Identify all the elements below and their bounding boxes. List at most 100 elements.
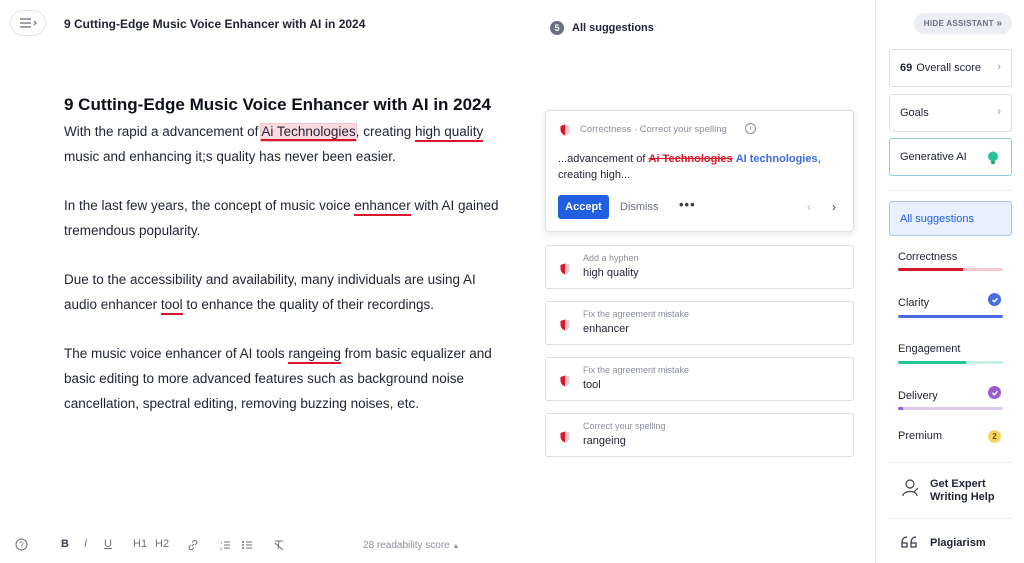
text-run: music and enhancing it;s quality has nev… <box>64 149 396 164</box>
svg-text:1: 1 <box>220 540 223 545</box>
document-heading[interactable]: 9 Cutting-Edge Music Voice Enhancer with… <box>64 92 504 117</box>
goals-button[interactable]: Goals › <box>889 94 1012 132</box>
suggestion-card[interactable]: Fix the agreement mistake enhancer <box>545 301 854 345</box>
suggestion-label: Fix the agreement mistake <box>583 309 690 319</box>
italic-button[interactable]: I <box>84 538 87 550</box>
expert-line-1: Get Expert <box>930 478 986 490</box>
suggestion-preview: ...advancement of Ai Technologies AI tec… <box>558 151 848 183</box>
all-suggestions-button[interactable]: All suggestions <box>889 201 1012 236</box>
error-high-quality[interactable]: high quality <box>414 124 484 142</box>
chevron-left-icon[interactable]: ‹ <box>807 200 811 214</box>
overall-score-label: Overall score <box>916 62 982 74</box>
chevron-right-icon[interactable]: › <box>832 200 836 214</box>
expert-icon <box>902 479 919 497</box>
suggestion-word: enhancer <box>583 323 629 335</box>
expert-line-2: Writing Help <box>930 491 995 503</box>
generative-ai-button[interactable]: Generative AI <box>889 138 1012 176</box>
paragraph-2[interactable]: In the last few years, the concept of mu… <box>64 193 504 243</box>
underline-button[interactable]: U <box>104 538 112 550</box>
suggestion-card[interactable]: Add a hyphen high quality <box>545 245 854 289</box>
menu-icon <box>20 18 37 28</box>
suggestion-label: Add a hyphen <box>583 253 639 263</box>
check-icon <box>988 293 1001 306</box>
svg-text:2: 2 <box>220 546 223 551</box>
correctness-bar <box>898 268 1003 271</box>
error-rangeing[interactable]: rangeing <box>288 346 341 364</box>
hide-assistant-button[interactable]: HIDE ASSISTANT » <box>914 13 1012 34</box>
suggestion-word: high quality <box>583 267 639 279</box>
replacement-text[interactable]: AI technologies <box>736 153 818 165</box>
text-run: With the rapid a advancement of <box>64 124 262 139</box>
original-text: Ai Technologies <box>648 153 733 165</box>
divider <box>889 462 1012 463</box>
shield-icon <box>560 124 570 136</box>
document-title[interactable]: 9 Cutting-Edge Music Voice Enhancer with… <box>64 17 365 31</box>
all-suggestions-label: All suggestions <box>900 212 974 225</box>
chevron-right-icon: › <box>997 106 1001 118</box>
hide-assistant-label: HIDE ASSISTANT <box>923 19 994 28</box>
heading2-button[interactable]: H2 <box>155 538 169 550</box>
heading1-button[interactable]: H1 <box>133 538 147 550</box>
text-run: The music voice enhancer of AI tools <box>64 346 289 361</box>
suggestion-word: tool <box>583 379 601 391</box>
chevron-right-icon: › <box>997 61 1001 73</box>
shield-icon <box>560 375 570 387</box>
plagiarism-button[interactable]: Plagiarism <box>930 537 986 549</box>
quote-icon <box>901 536 917 548</box>
suggestion-card[interactable]: Correct your spelling rangeing <box>545 413 854 457</box>
overall-score-value: 69 <box>900 62 913 74</box>
document-editor[interactable]: 9 Cutting-Edge Music Voice Enhancer with… <box>64 92 504 440</box>
info-icon[interactable]: i <box>745 123 756 134</box>
readability-score[interactable]: 28 readability score ▲ <box>363 540 459 551</box>
chevron-up-icon: ▲ <box>452 543 460 550</box>
menu-button[interactable] <box>10 10 46 36</box>
suggestion-word: rangeing <box>583 435 626 447</box>
assistant-sidebar: HIDE ASSISTANT » 69 Overall score › Goals… <box>875 0 1024 563</box>
divider <box>889 190 1012 191</box>
check-icon <box>988 386 1001 399</box>
preview-prefix: ...advancement of <box>558 153 649 165</box>
category-clarity[interactable]: Clarity <box>898 297 929 309</box>
numbered-list-icon[interactable]: 12 <box>219 539 231 551</box>
readability-score-text: 28 readability score <box>363 540 450 551</box>
shield-icon <box>560 431 570 443</box>
generative-ai-label: Generative AI <box>900 151 967 163</box>
expert-help-button[interactable]: Get Expert Writing Help <box>930 478 995 504</box>
clear-format-icon[interactable] <box>273 539 285 551</box>
paragraph-3[interactable]: Due to the accessibility and availabilit… <box>64 267 504 317</box>
error-tool[interactable]: tool <box>160 297 183 315</box>
suggestion-card[interactable]: Fix the agreement mistake tool <box>545 357 854 401</box>
shield-icon <box>560 263 570 275</box>
text-run: to enhance the quality of their recordin… <box>182 297 435 312</box>
paragraph-1[interactable]: With the rapid a advancement of Ai Techn… <box>64 119 504 169</box>
suggestions-title: All suggestions <box>572 22 654 34</box>
error-ai-technologies[interactable]: Ai Technologies <box>260 123 357 142</box>
category-engagement[interactable]: Engagement <box>898 343 960 355</box>
bulb-icon <box>988 151 998 164</box>
accept-button[interactable]: Accept <box>558 195 609 219</box>
delivery-bar <box>898 407 1003 410</box>
text-run: In the last few years, the concept of mu… <box>64 198 355 213</box>
more-options-button[interactable]: ••• <box>679 197 696 212</box>
shield-icon <box>560 319 570 331</box>
paragraph-4[interactable]: The music voice enhancer of AI tools ran… <box>64 341 504 416</box>
clarity-bar <box>898 315 1003 318</box>
category-delivery[interactable]: Delivery <box>898 390 938 402</box>
dismiss-button[interactable]: Dismiss <box>620 201 659 213</box>
suggestion-category: Correctness · Correct your spelling <box>580 124 727 135</box>
divider <box>889 518 1012 519</box>
double-chevron-right-icon: » <box>996 18 1003 29</box>
help-icon[interactable]: ? <box>15 538 28 551</box>
error-enhancer[interactable]: enhancer <box>354 198 411 216</box>
overall-score-button[interactable]: 69 Overall score › <box>889 49 1012 87</box>
active-suggestion-card[interactable]: Correctness · Correct your spelling i ..… <box>545 110 854 232</box>
category-premium[interactable]: Premium <box>898 430 942 442</box>
suggestion-count-badge: 5 <box>550 21 564 35</box>
suggestion-label: Correct your spelling <box>583 421 666 431</box>
bullet-list-icon[interactable] <box>241 539 253 551</box>
text-run: , creating <box>355 124 415 139</box>
category-correctness[interactable]: Correctness <box>898 251 957 263</box>
bold-button[interactable]: B <box>61 538 69 550</box>
link-icon[interactable] <box>187 539 199 551</box>
premium-count-badge: 2 <box>988 430 1001 443</box>
